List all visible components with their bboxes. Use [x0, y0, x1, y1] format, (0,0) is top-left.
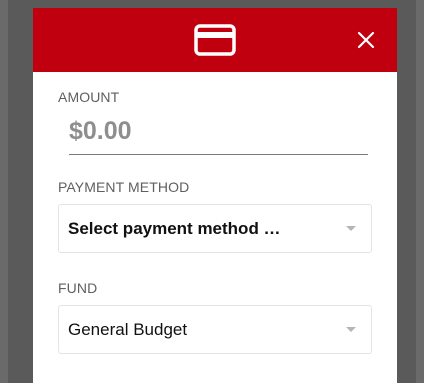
- fund-label: FUND: [58, 280, 98, 296]
- chevron-down-icon: [346, 226, 356, 231]
- backdrop-edge-left: [0, 0, 8, 383]
- fund-value: General Budget: [68, 319, 188, 339]
- chevron-down-icon: [346, 327, 356, 332]
- close-icon: [357, 31, 375, 49]
- payment-method-value: Select payment method …: [68, 218, 281, 238]
- dialog-header: [33, 8, 397, 72]
- amount-input[interactable]: [69, 111, 368, 151]
- payment-method-select[interactable]: Select payment method …: [58, 204, 372, 253]
- payment-method-label: PAYMENT METHOD: [58, 179, 190, 195]
- amount-field: [69, 111, 368, 155]
- payment-dialog: AMOUNT PAYMENT METHOD Select payment met…: [33, 8, 397, 383]
- close-button[interactable]: [353, 27, 379, 53]
- credit-card-icon: [191, 23, 239, 57]
- fund-select[interactable]: General Budget: [58, 305, 372, 354]
- backdrop-edge-right: [416, 0, 424, 383]
- amount-label: AMOUNT: [58, 89, 120, 105]
